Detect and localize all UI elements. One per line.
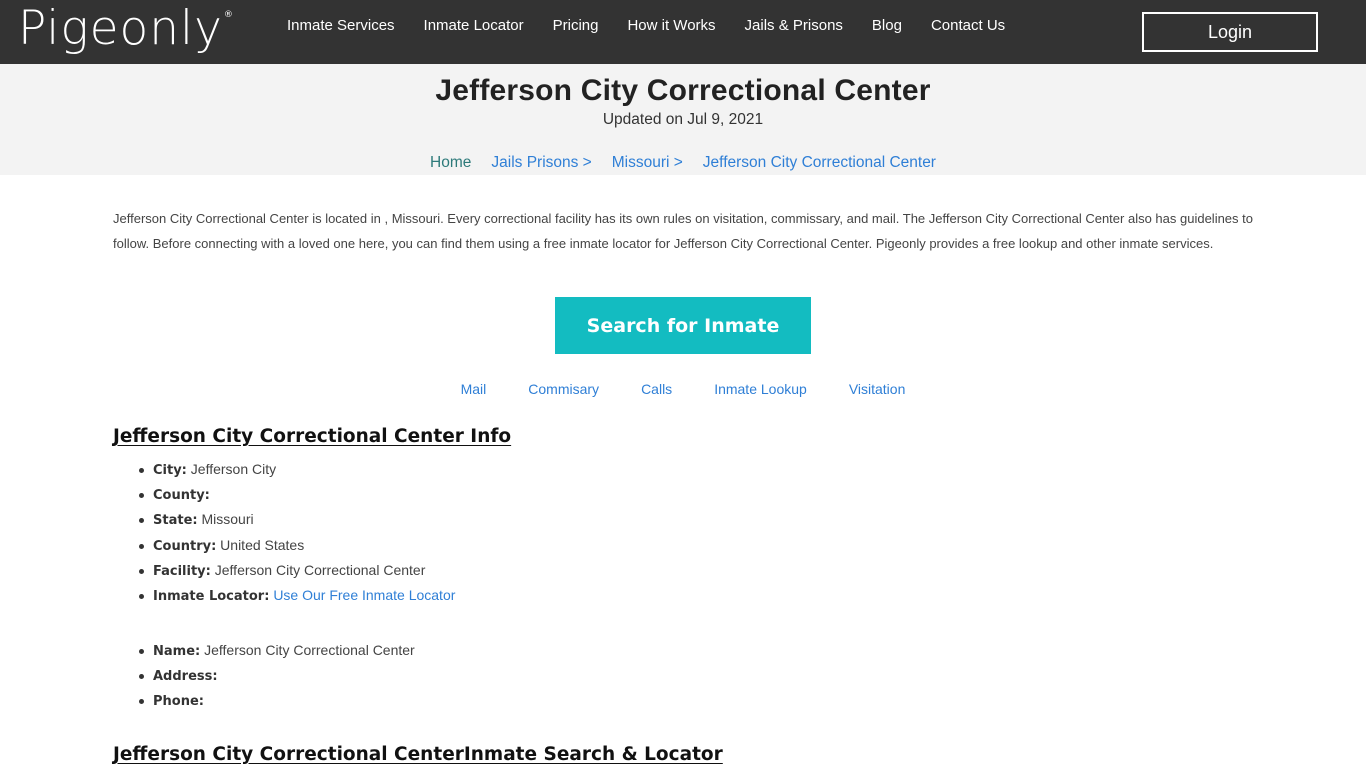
- nav-contact-us[interactable]: Contact Us: [931, 17, 1005, 34]
- fact-value: Missouri: [201, 511, 254, 528]
- fact-value: Jefferson City: [190, 461, 277, 477]
- nav-inmate-services[interactable]: Inmate Services: [287, 17, 395, 34]
- nav-pricing[interactable]: Pricing: [553, 17, 599, 34]
- search-section-heading: Jefferson City Correctional CenterInmate…: [113, 744, 723, 765]
- breadcrumb: Home Jails Prisons > Missouri > Jefferso…: [0, 154, 1366, 172]
- contact-name: Name: Jefferson City Correctional Center: [139, 638, 415, 663]
- fact-city: City: Jefferson City: [138, 457, 455, 482]
- quicklink-commisary[interactable]: Commisary: [528, 381, 599, 397]
- breadcrumb-missouri[interactable]: Missouri >: [612, 154, 683, 172]
- registered-mark: ®: [223, 10, 233, 20]
- fact-facility: Facility: Jefferson City Correctional Ce…: [138, 558, 455, 583]
- fact-label: City:: [153, 463, 187, 478]
- top-navigation-bar: Pigeonly ® Inmate Services Inmate Locato…: [0, 0, 1366, 64]
- intro-paragraph: Jefferson City Correctional Center is lo…: [113, 211, 1253, 251]
- fact-value: United States: [220, 536, 305, 553]
- nav-inmate-locator[interactable]: Inmate Locator: [424, 17, 524, 34]
- fact-label: Facility:: [153, 563, 211, 579]
- facility-facts-list: City: Jefferson City County: State: Miss…: [138, 457, 455, 608]
- pigeonly-logo[interactable]: Pigeonly ®: [18, 0, 233, 62]
- quicklink-mail[interactable]: Mail: [461, 381, 487, 397]
- fact-label: State:: [153, 513, 198, 529]
- fact-label: Country:: [153, 538, 217, 554]
- quicklink-inmate-lookup[interactable]: Inmate Lookup: [714, 381, 807, 397]
- info-section-heading: Jefferson City Correctional Center Info: [113, 426, 512, 447]
- page-header: Jefferson City Correctional Center Updat…: [0, 64, 1366, 175]
- free-inmate-locator-link[interactable]: Use Our Free Inmate Locator: [273, 587, 455, 603]
- contact-label: Phone:: [153, 694, 204, 710]
- fact-value: Jefferson City Correctional Center: [214, 561, 426, 578]
- contact-phone: Phone:: [139, 688, 415, 713]
- nav-jails-prisons[interactable]: Jails & Prisons: [745, 17, 843, 34]
- fact-inmate-locator: Inmate Locator: Use Our Free Inmate Loca…: [138, 583, 455, 608]
- fact-country: Country: United States: [138, 533, 455, 558]
- updated-date: Updated on Jul 9, 2021: [602, 111, 764, 128]
- logo-text: Pigeonly: [18, 1, 223, 56]
- search-for-inmate-button[interactable]: Search for Inmate: [555, 297, 811, 354]
- fact-county: County:: [138, 482, 455, 507]
- login-button[interactable]: Login: [1142, 12, 1318, 52]
- main-nav: Inmate Services Inmate Locator Pricing H…: [287, 14, 1034, 36]
- contact-label: Name:: [153, 644, 201, 659]
- breadcrumb-facility[interactable]: Jefferson City Correctional Center: [703, 154, 936, 172]
- fact-label: Inmate Locator:: [153, 588, 270, 604]
- facility-contact-list: Name: Jefferson City Correctional Center…: [139, 638, 415, 714]
- breadcrumb-jails-prisons[interactable]: Jails Prisons >: [491, 154, 591, 172]
- fact-state: State: Missouri: [138, 507, 455, 532]
- fact-label: County:: [153, 488, 210, 504]
- breadcrumb-home[interactable]: Home: [430, 154, 471, 172]
- quicklink-visitation[interactable]: Visitation: [849, 381, 906, 397]
- contact-label: Address:: [153, 669, 218, 685]
- nav-blog[interactable]: Blog: [872, 17, 902, 34]
- page-title: Jefferson City Correctional Center: [435, 74, 931, 107]
- nav-how-it-works[interactable]: How it Works: [627, 17, 715, 34]
- contact-address: Address:: [139, 663, 415, 688]
- contact-value: Jefferson City Correctional Center: [204, 642, 415, 658]
- quicklink-calls[interactable]: Calls: [641, 381, 672, 397]
- service-quicklinks: Mail Commisary Calls Inmate Lookup Visit…: [0, 381, 1366, 397]
